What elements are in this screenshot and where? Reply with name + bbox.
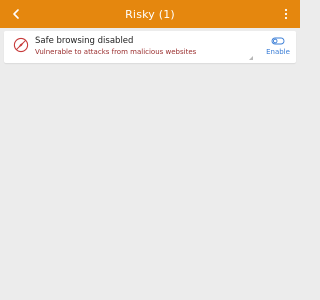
risk-item-description: Vulnerable to attacks from malicious web… <box>35 48 197 56</box>
more-vertical-icon <box>284 8 288 20</box>
toggle-off-icon <box>271 37 285 45</box>
enable-label: Enable <box>266 48 290 56</box>
page-title: Risky (1) <box>125 7 175 21</box>
corner-indicator-icon <box>249 56 253 60</box>
chevron-left-icon <box>13 9 19 19</box>
back-button[interactable] <box>4 2 28 26</box>
enable-button[interactable]: Enable <box>262 35 294 59</box>
safari-compass-icon <box>13 37 29 53</box>
risk-item-text: Safe browsing disabled Vulnerable to att… <box>35 36 250 57</box>
risk-item-card[interactable]: Safe browsing disabled Vulnerable to att… <box>4 31 296 63</box>
risk-item-title: Safe browsing disabled <box>35 36 134 46</box>
more-options-button[interactable] <box>276 2 296 26</box>
app-bar: Risky (1) <box>0 0 300 28</box>
